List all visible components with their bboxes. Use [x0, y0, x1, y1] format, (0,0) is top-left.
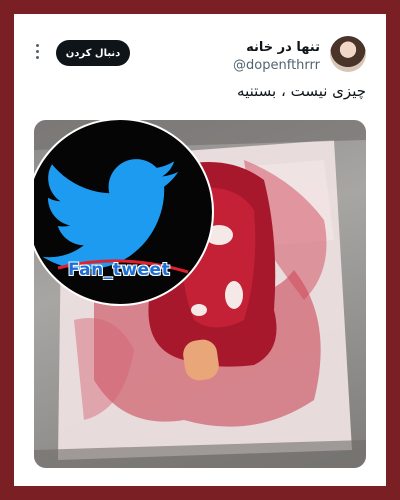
display-name[interactable]: تنها در خانه [246, 40, 320, 55]
avatar[interactable] [330, 36, 366, 72]
more-options-icon[interactable] [34, 44, 40, 62]
user-handle[interactable]: @dopenfthrrr [233, 58, 320, 73]
fan-tweet-watermark: Fan_tweet [34, 120, 212, 304]
follow-button[interactable]: دنبال کردن [56, 40, 130, 66]
watermark-text: Fan_tweet [68, 260, 171, 280]
tweet-image[interactable]: Fan_tweet [34, 120, 366, 468]
tweet-card: تنها در خانه @dopenfthrrr دنبال کردن چیز… [14, 14, 386, 486]
tweet-text: چیزی نیست ، بستنیه [237, 82, 366, 100]
